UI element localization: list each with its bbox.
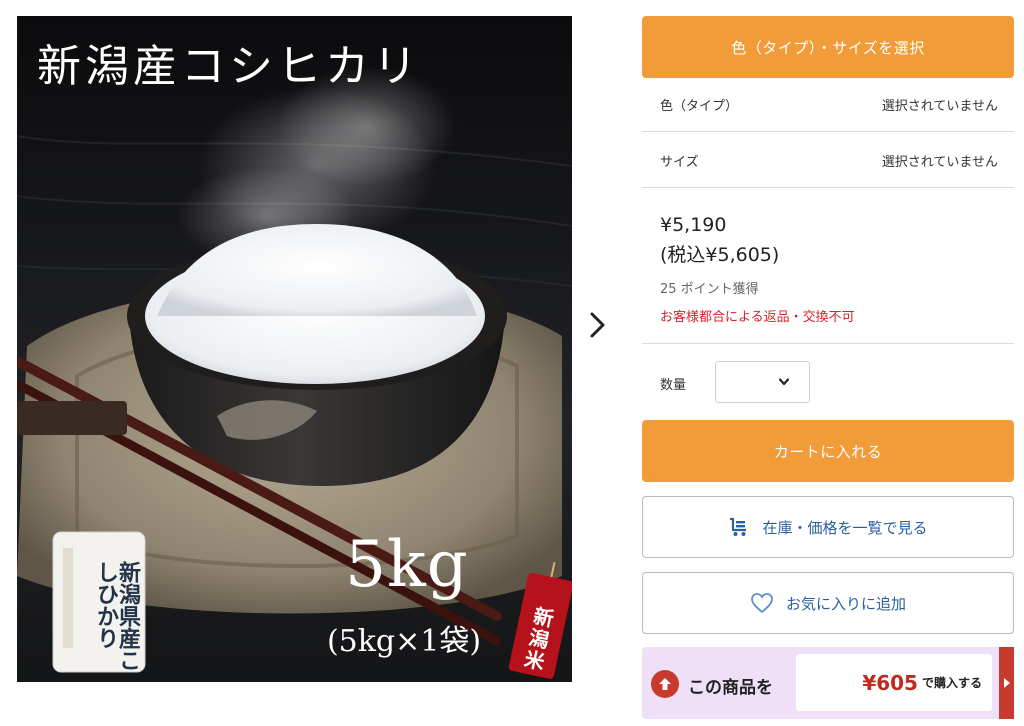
option-value: 選択されていません bbox=[881, 155, 998, 170]
bag-label: 新潟県産こしひかり bbox=[93, 561, 141, 671]
promo-price-box[interactable]: ¥605 で購入する bbox=[796, 654, 992, 711]
promo-next-button[interactable] bbox=[999, 647, 1014, 719]
points-earned: 25 ポイント獲得 bbox=[660, 282, 759, 297]
option-label: サイズ bbox=[660, 155, 699, 170]
option-label: 色（タイプ） bbox=[660, 99, 739, 114]
quantity-select[interactable] bbox=[715, 361, 810, 403]
option-value: 選択されていません bbox=[881, 99, 998, 114]
arrow-up-icon bbox=[651, 670, 679, 698]
stock-price-list-button[interactable]: 在庫・価格を一覧で見る bbox=[642, 496, 1014, 558]
heart-icon bbox=[750, 592, 774, 614]
divider bbox=[642, 343, 1014, 344]
price: ¥5,190 bbox=[660, 214, 727, 236]
chevron-right-icon bbox=[590, 312, 605, 338]
promo-suffix: で購入する bbox=[921, 676, 982, 690]
image-weight: 5kg bbox=[345, 528, 469, 602]
price-block: ¥5,190 (税込¥5,605) 25 ポイント獲得 お客様都合による返品・交… bbox=[660, 212, 1000, 325]
chevron-down-icon bbox=[779, 378, 789, 386]
product-image[interactable]: 新潟産コシヒカリ 新潟県産こしひかり 5kg (5kg×1袋) 新潟米 bbox=[17, 16, 572, 682]
add-favorite-button[interactable]: お気に入りに追加 bbox=[642, 572, 1014, 634]
add-to-cart-button[interactable]: カートに入れる bbox=[642, 420, 1014, 482]
stock-price-label: 在庫・価格を一覧で見る bbox=[762, 518, 928, 537]
promo-label: この商品を bbox=[688, 678, 773, 698]
cart-list-icon bbox=[728, 516, 750, 538]
favorite-label: お気に入りに追加 bbox=[785, 594, 906, 613]
option-row-size[interactable]: サイズ 選択されていません bbox=[642, 134, 1014, 188]
promo-banner[interactable]: この商品を ¥605 で購入する bbox=[642, 647, 1014, 719]
image-title: 新潟産コシヒカリ bbox=[37, 41, 421, 92]
caret-right-icon bbox=[1003, 678, 1010, 688]
option-row-color[interactable]: 色（タイプ） 選択されていません bbox=[642, 78, 1014, 132]
image-subweight: (5kg×1袋) bbox=[326, 624, 482, 659]
promo-price: ¥605 bbox=[862, 670, 918, 695]
next-image-button[interactable] bbox=[584, 308, 612, 342]
price-tax-included: (税込¥5,605) bbox=[660, 244, 780, 266]
return-notice: お客様都合による返品・交換不可 bbox=[660, 310, 855, 325]
quantity-label: 数量 bbox=[660, 378, 687, 393]
select-variant-button[interactable]: 色（タイプ）・サイズを選択 bbox=[642, 16, 1014, 78]
